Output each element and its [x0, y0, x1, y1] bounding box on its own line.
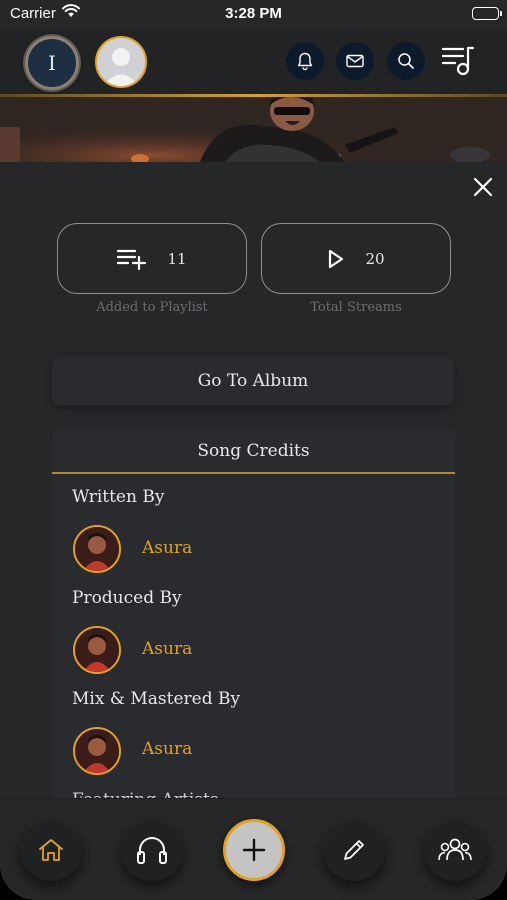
total-streams-card[interactable]: 20	[261, 223, 451, 294]
credits-divider	[52, 472, 455, 474]
artist-photo	[75, 628, 119, 672]
app-screen: Carrier 3:28 PM I 11 Added to Playlist 2…	[0, 0, 507, 900]
playlist-adds-count: 11	[167, 249, 187, 268]
produced-by-label: Produced By	[72, 588, 182, 608]
music-queue-button[interactable]	[440, 44, 476, 78]
song-details-sheet: 11 Added to Playlist 20 Total Streams Go…	[0, 162, 507, 900]
pencil-icon	[344, 840, 364, 860]
artist-avatar[interactable]	[73, 525, 121, 573]
community-icon	[438, 838, 472, 861]
messages-button[interactable]	[336, 42, 374, 80]
tab-compose[interactable]	[323, 819, 385, 881]
mix-mastered-by-label: Mix & Mastered By	[72, 689, 241, 709]
bottom-tab-bar	[0, 798, 507, 900]
search-button[interactable]	[387, 42, 425, 80]
tab-listen[interactable]	[121, 819, 183, 881]
song-credits-title: Song Credits	[197, 440, 310, 461]
clock: 3:28 PM	[225, 5, 282, 22]
artist-photo	[75, 527, 119, 571]
home-icon	[39, 839, 63, 861]
status-bar: Carrier 3:28 PM	[0, 0, 507, 30]
artist-photo	[75, 729, 119, 773]
artist-name-link[interactable]: Asura	[142, 538, 192, 558]
tab-community[interactable]	[424, 819, 486, 881]
artist-avatar[interactable]	[73, 626, 121, 674]
profile-initial-badge[interactable]: I	[25, 36, 79, 90]
battery-icon	[472, 7, 502, 20]
default-avatar-icon	[103, 48, 139, 86]
playlist-adds-label: Added to Playlist	[96, 300, 208, 315]
play-icon	[329, 249, 344, 268]
artist-name-link[interactable]: Asura	[142, 739, 192, 759]
add-icon	[242, 838, 266, 862]
playlist-add-icon	[117, 249, 147, 270]
user-avatar[interactable]	[95, 36, 147, 88]
go-to-album-button[interactable]: Go To Album	[52, 357, 454, 405]
playlist-adds-card[interactable]: 11	[57, 223, 247, 294]
tab-home[interactable]	[20, 819, 82, 881]
mail-icon	[346, 54, 364, 68]
tab-add[interactable]	[223, 819, 285, 881]
top-header: I	[0, 30, 507, 96]
artist-avatar[interactable]	[73, 727, 121, 775]
headphones-icon	[137, 837, 167, 864]
artist-name-link[interactable]: Asura	[142, 639, 192, 659]
song-credits-panel: Song Credits Written By Asura Produced B…	[52, 428, 455, 828]
total-streams-count: 20	[365, 249, 385, 268]
close-icon	[473, 177, 493, 197]
written-by-label: Written By	[72, 487, 165, 507]
notifications-button[interactable]	[286, 42, 324, 80]
song-banner-image	[0, 97, 507, 162]
close-button[interactable]	[468, 172, 498, 202]
music-queue-icon	[441, 46, 475, 76]
bell-icon	[297, 52, 313, 71]
total-streams-label: Total Streams	[310, 300, 402, 315]
artist-photo	[0, 97, 507, 162]
search-icon	[398, 53, 414, 69]
